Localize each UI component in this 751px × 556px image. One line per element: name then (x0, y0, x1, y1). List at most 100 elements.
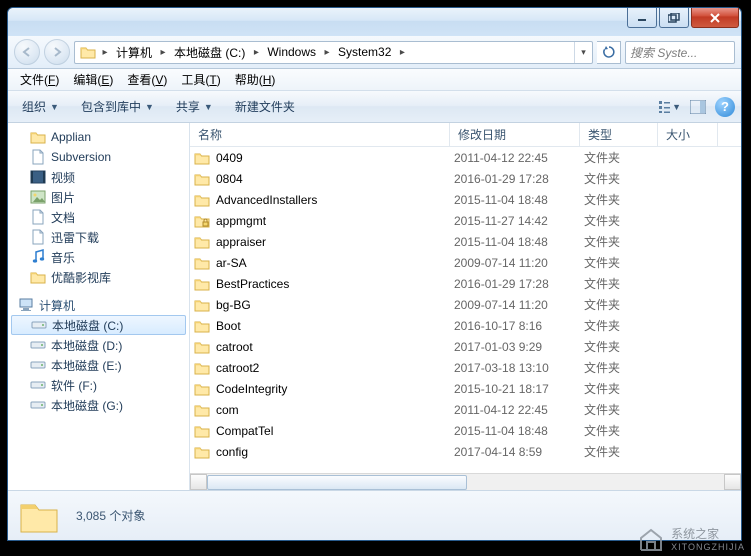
file-type: 文件夹 (584, 149, 662, 166)
preview-pane-button[interactable] (687, 96, 709, 118)
sidebar-drive[interactable]: 本地磁盘 (E:) (8, 355, 189, 375)
sidebar-item[interactable]: Applian (8, 127, 189, 147)
chevron-right-icon[interactable]: ▸ (321, 47, 333, 58)
file-name: catroot (216, 340, 253, 354)
sidebar-item[interactable]: 视频 (8, 167, 189, 187)
file-type: 文件夹 (584, 233, 662, 250)
file-row[interactable]: AdvancedInstallers 2015-11-04 18:48 文件夹 (190, 189, 741, 210)
chevron-right-icon[interactable]: ▸ (250, 47, 262, 58)
file-row[interactable]: CodeIntegrity 2015-10-21 18:17 文件夹 (190, 378, 741, 399)
sidebar-item[interactable]: 音乐 (8, 247, 189, 267)
sidebar-item[interactable]: 文档 (8, 207, 189, 227)
menu-f[interactable]: 文件(F) (14, 69, 65, 90)
chevron-right-icon[interactable]: ▸ (157, 47, 169, 58)
folder-icon (194, 402, 210, 418)
chevron-right-icon[interactable]: ▸ (99, 47, 111, 58)
folder-lock-icon (194, 213, 210, 229)
computer-icon (18, 297, 34, 313)
organize-button[interactable]: 组织▼ (14, 95, 67, 118)
file-row[interactable]: config 2017-04-14 8:59 文件夹 (190, 441, 741, 462)
file-date: 2011-04-12 22:45 (454, 403, 584, 417)
column-headers: 名称 修改日期 类型 大小 (190, 123, 741, 147)
column-type[interactable]: 类型 (580, 123, 658, 146)
help-button[interactable]: ? (715, 97, 735, 117)
music-icon (30, 249, 46, 265)
sidebar-drive[interactable]: 本地磁盘 (D:) (8, 335, 189, 355)
file-date: 2015-11-04 18:48 (454, 193, 584, 207)
nav-back-button[interactable] (14, 39, 40, 65)
chevron-right-icon[interactable]: ▸ (396, 47, 408, 58)
file-type: 文件夹 (584, 422, 662, 439)
search-input[interactable]: 搜索 Syste... (625, 41, 735, 64)
column-date[interactable]: 修改日期 (450, 123, 580, 146)
scrollbar-thumb[interactable] (207, 475, 467, 490)
file-row[interactable]: com 2011-04-12 22:45 文件夹 (190, 399, 741, 420)
close-button[interactable] (691, 8, 739, 28)
menu-e[interactable]: 编辑(E) (67, 69, 119, 90)
crumb-computer[interactable]: 计算机 (111, 42, 157, 63)
file-date: 2016-01-29 17:28 (454, 172, 584, 186)
file-name: 0409 (216, 151, 243, 165)
file-type: 文件夹 (584, 170, 662, 187)
sidebar-item-label: 文档 (51, 209, 75, 226)
view-mode-button[interactable]: ▼ (659, 96, 681, 118)
maximize-button[interactable] (659, 8, 689, 28)
folder-icon (194, 192, 210, 208)
file-row[interactable]: Boot 2016-10-17 8:16 文件夹 (190, 315, 741, 336)
folder-icon (18, 497, 60, 535)
file-row[interactable]: appmgmt 2015-11-27 14:42 文件夹 (190, 210, 741, 231)
sidebar-item[interactable]: 优酷影视库 (8, 267, 189, 287)
new-folder-button[interactable]: 新建文件夹 (227, 95, 303, 118)
sidebar-drive[interactable]: 本地磁盘 (G:) (8, 395, 189, 415)
file-row[interactable]: BestPractices 2016-01-29 17:28 文件夹 (190, 273, 741, 294)
menu-h[interactable]: 帮助(H) (229, 69, 282, 90)
sidebar-item-label: 图片 (51, 189, 75, 206)
sidebar-computer-header[interactable]: 计算机 (8, 295, 189, 315)
statusbar: 3,085 个对象 (8, 490, 741, 540)
sidebar-item-label: Subversion (51, 150, 111, 164)
horizontal-scrollbar[interactable] (190, 473, 741, 490)
sidebar-item[interactable]: 迅雷下载 (8, 227, 189, 247)
sidebar-item-label: 本地磁盘 (C:) (52, 317, 123, 334)
file-list[interactable]: 0409 2011-04-12 22:45 文件夹 0804 2016-01-2… (190, 147, 741, 473)
file-row[interactable]: bg-BG 2009-07-14 11:20 文件夹 (190, 294, 741, 315)
file-type: 文件夹 (584, 212, 662, 229)
breadcrumb[interactable]: ▸ 计算机▸ 本地磁盘 (C:)▸ Windows▸ System32▸ ▾ (74, 41, 593, 64)
sidebar-drive[interactable]: 软件 (F:) (8, 375, 189, 395)
picture-icon (30, 189, 46, 205)
file-name: AdvancedInstallers (216, 193, 317, 207)
folder-icon (194, 297, 210, 313)
file-row[interactable]: catroot2 2017-03-18 13:10 文件夹 (190, 357, 741, 378)
crumb-system32[interactable]: System32 (333, 42, 396, 63)
sidebar-item-label: 本地磁盘 (E:) (51, 357, 122, 374)
file-name: appraiser (216, 235, 266, 249)
file-row[interactable]: CompatTel 2015-11-04 18:48 文件夹 (190, 420, 741, 441)
address-dropdown[interactable]: ▾ (574, 42, 592, 63)
menu-v[interactable]: 查看(V) (121, 69, 173, 90)
navigation-sidebar[interactable]: Applian Subversion 视频图片文档迅雷下载音乐优酷影视库计算机本地磁… (8, 123, 190, 490)
chevron-down-icon: ▼ (50, 102, 59, 112)
sidebar-item[interactable]: Subversion (8, 147, 189, 167)
column-size[interactable]: 大小 (658, 123, 718, 146)
sidebar-item[interactable]: 图片 (8, 187, 189, 207)
file-name: CodeIntegrity (216, 382, 287, 396)
include-library-button[interactable]: 包含到库中▼ (73, 95, 162, 118)
titlebar[interactable] (8, 8, 741, 36)
refresh-button[interactable] (597, 41, 621, 64)
search-placeholder: 搜索 Syste... (630, 44, 697, 61)
share-button[interactable]: 共享▼ (168, 95, 221, 118)
crumb-drive[interactable]: 本地磁盘 (C:) (169, 42, 250, 63)
column-name[interactable]: 名称 (190, 123, 450, 146)
file-row[interactable]: catroot 2017-01-03 9:29 文件夹 (190, 336, 741, 357)
file-row[interactable]: appraiser 2015-11-04 18:48 文件夹 (190, 231, 741, 252)
sidebar-drive[interactable]: 本地磁盘 (C:) (11, 315, 186, 335)
nav-forward-button[interactable] (44, 39, 70, 65)
file-row[interactable]: 0804 2016-01-29 17:28 文件夹 (190, 168, 741, 189)
minimize-button[interactable] (627, 8, 657, 28)
menu-t[interactable]: 工具(T) (175, 69, 226, 90)
folder-icon (194, 171, 210, 187)
file-row[interactable]: 0409 2011-04-12 22:45 文件夹 (190, 147, 741, 168)
crumb-windows[interactable]: Windows (262, 42, 321, 63)
folder-icon (194, 234, 210, 250)
file-row[interactable]: ar-SA 2009-07-14 11:20 文件夹 (190, 252, 741, 273)
